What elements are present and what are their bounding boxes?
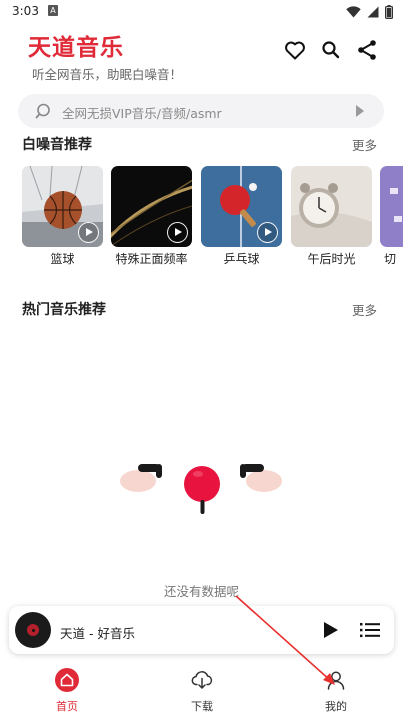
signal-icon bbox=[367, 6, 379, 18]
card-label: 乒乓球 bbox=[223, 252, 260, 266]
nav-home[interactable]: 首页 bbox=[27, 662, 107, 718]
white-noise-card-ping-pong[interactable]: 乒乓球 bbox=[201, 166, 282, 267]
hot-music-more-link[interactable]: 更多 bbox=[352, 300, 377, 319]
notification-icon: A bbox=[48, 5, 58, 16]
nav-mine-label: 我的 bbox=[325, 700, 347, 713]
white-noise-card-afternoon[interactable]: 午后时光 bbox=[291, 166, 372, 267]
empty-state-face-icon bbox=[120, 464, 282, 514]
status-icons bbox=[346, 4, 393, 20]
white-noise-more-link[interactable]: 更多 bbox=[352, 135, 377, 154]
search-bar[interactable]: 全网无损VIP音乐/音频/asmr bbox=[18, 94, 384, 128]
nav-mine[interactable]: 我的 bbox=[296, 662, 376, 718]
card-label: 午后时光 bbox=[307, 252, 356, 266]
nav-download[interactable]: 下载 bbox=[162, 662, 242, 718]
hot-music-section-title: 热门音乐推荐 bbox=[22, 302, 106, 318]
card-label: 特殊正面频率 bbox=[115, 252, 188, 266]
favorite-heart-icon[interactable] bbox=[283, 38, 307, 62]
ping-pong-thumbnail bbox=[201, 166, 282, 247]
partial-thumbnail bbox=[380, 166, 403, 247]
alarm-clock-thumbnail bbox=[291, 166, 372, 247]
battery-icon bbox=[385, 5, 393, 19]
nav-download-label: 下载 bbox=[191, 700, 213, 713]
play-icon bbox=[167, 222, 188, 243]
app-subtitle: 听全网音乐，助眠白噪音！ bbox=[32, 67, 183, 82]
bottom-nav: 首页 下载 我的 bbox=[0, 662, 403, 718]
home-icon bbox=[55, 668, 79, 692]
search-icon[interactable] bbox=[319, 38, 343, 62]
white-noise-section-title: 白噪音推荐 bbox=[22, 137, 92, 153]
light-streak-thumbnail bbox=[111, 166, 192, 247]
search-placeholder: 全网无损VIP音乐/音频/asmr bbox=[62, 106, 222, 121]
empty-state-text: 还没有数据呢 bbox=[163, 584, 239, 599]
card-label: 篮球 bbox=[50, 252, 75, 266]
status-bar: 3:03 A bbox=[0, 0, 403, 24]
search-icon bbox=[35, 103, 50, 119]
search-go-icon[interactable] bbox=[356, 105, 364, 117]
app-title: 天道音乐 bbox=[28, 35, 124, 61]
now-playing-title: 天道 - 好音乐 bbox=[60, 626, 135, 641]
play-button[interactable] bbox=[324, 622, 338, 638]
white-noise-card-special-frequency[interactable]: 特殊正面频率 bbox=[111, 166, 192, 267]
white-noise-card-basketball[interactable]: 篮球 bbox=[22, 166, 103, 267]
album-disc-icon bbox=[15, 612, 51, 648]
play-icon bbox=[78, 222, 99, 243]
playlist-icon[interactable] bbox=[360, 620, 380, 640]
cloud-download-icon bbox=[191, 671, 213, 689]
white-noise-card-partial[interactable]: 切 bbox=[380, 166, 403, 267]
play-icon bbox=[257, 222, 278, 243]
nav-home-label: 首页 bbox=[56, 700, 78, 713]
status-time: 3:03 bbox=[12, 4, 39, 18]
mini-player[interactable]: 天道 - 好音乐 bbox=[9, 606, 394, 654]
wifi-icon bbox=[346, 6, 361, 18]
user-icon bbox=[327, 671, 345, 690]
basketball-thumbnail bbox=[22, 166, 103, 247]
share-icon[interactable] bbox=[355, 38, 379, 62]
card-label: 切 bbox=[384, 252, 397, 266]
